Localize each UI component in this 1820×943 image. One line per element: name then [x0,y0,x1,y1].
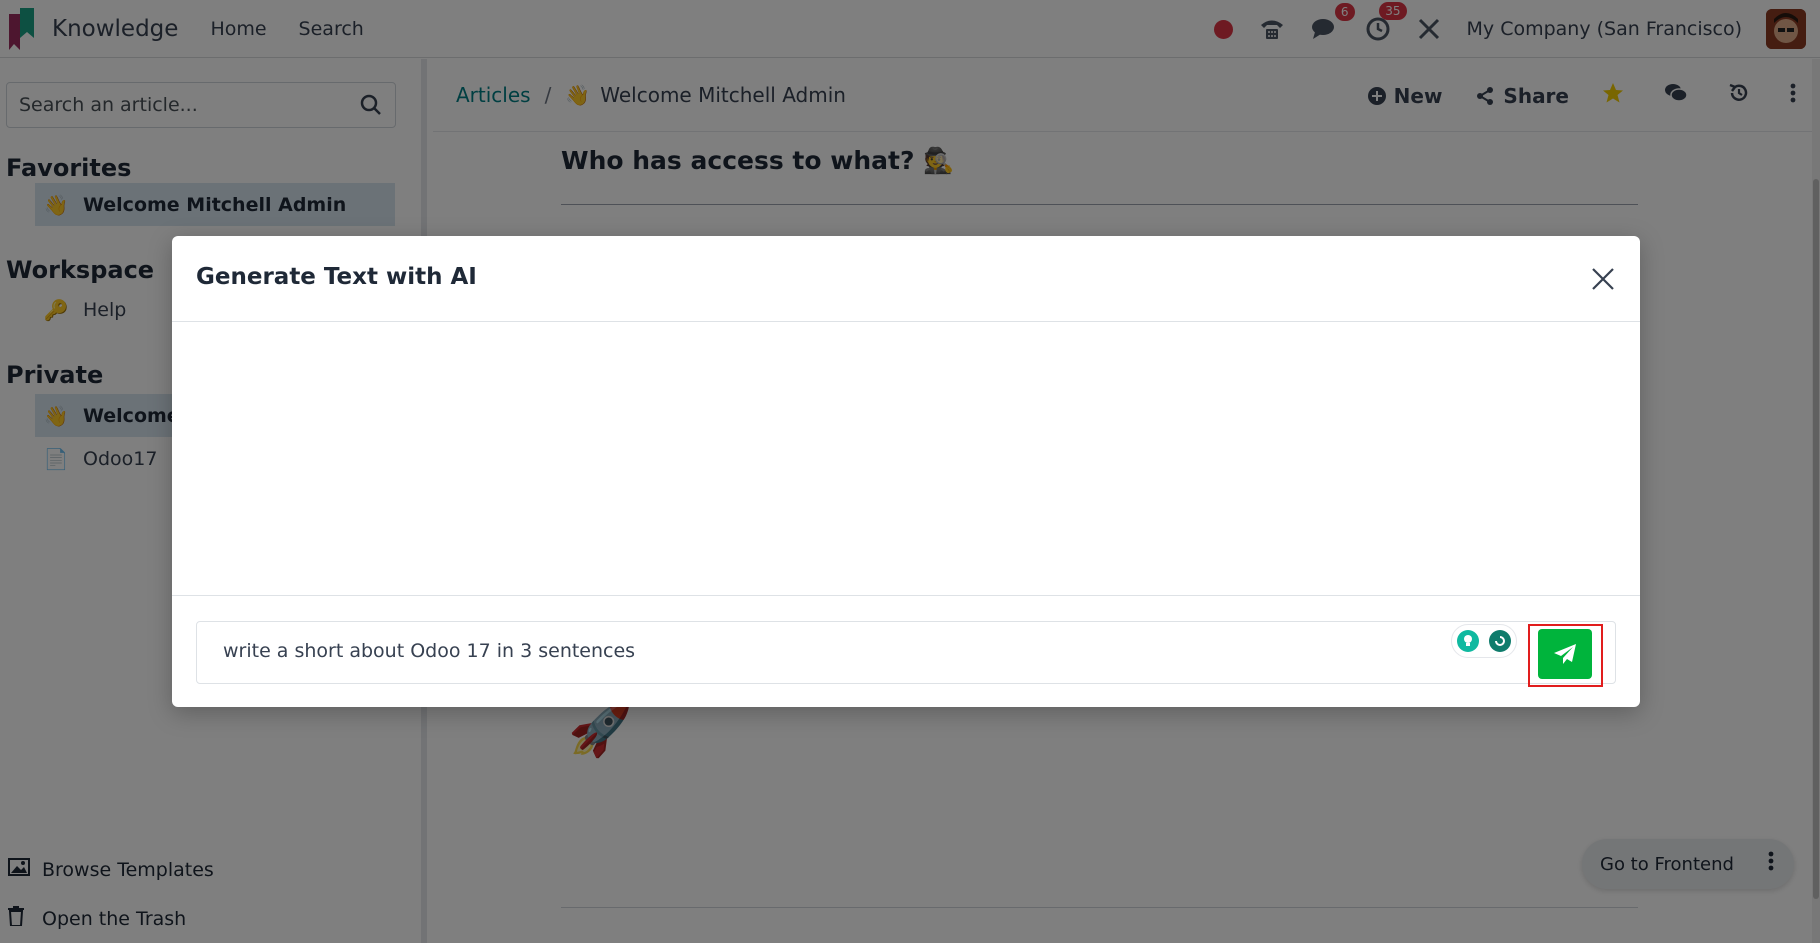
ai-response-area [172,323,1640,596]
lightbulb-icon[interactable] [1457,630,1479,652]
paper-plane-icon [1554,644,1576,664]
grammar-check-icon[interactable] [1489,630,1511,652]
generate-text-ai-dialog: Generate Text with AI write a short abou… [172,236,1640,707]
modal-header: Generate Text with AI [172,236,1640,322]
extension-widget[interactable] [1451,624,1517,658]
modal-title: Generate Text with AI [196,264,477,290]
prompt-text: write a short about Odoo 17 in 3 sentenc… [223,640,636,662]
send-button-highlight [1528,624,1603,687]
ai-prompt-input[interactable]: write a short about Odoo 17 in 3 sentenc… [196,621,1616,684]
send-button[interactable] [1538,629,1592,679]
close-icon[interactable] [1588,264,1618,294]
